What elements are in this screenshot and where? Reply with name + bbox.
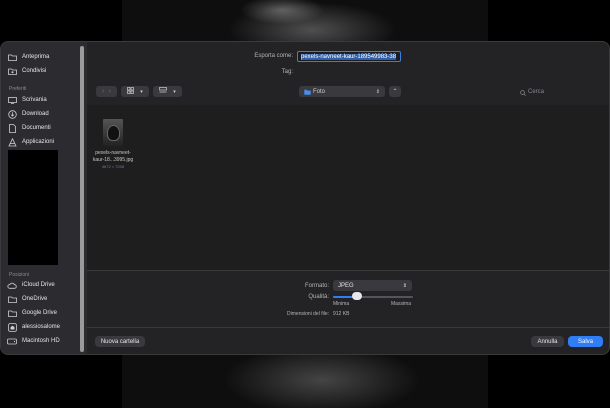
quality-slider-knob[interactable] xyxy=(352,292,362,300)
locations-heading: Posizioni xyxy=(9,272,30,278)
sidebar-item-label: Google Drive xyxy=(22,310,58,316)
new-folder-button[interactable]: Nuova cartella xyxy=(95,336,145,347)
cancel-button[interactable]: Annulla xyxy=(531,336,564,347)
location-label: Foto xyxy=(313,88,326,95)
save-dialog: Anteprima Condivisi Preferiti Scrivania … xyxy=(0,41,610,355)
filename-input[interactable]: pexels-navneet-kaur-189549983-38 xyxy=(297,51,401,62)
export-as-label: Esporta come: xyxy=(254,53,293,59)
sidebar-item-label: Macintosh HD xyxy=(22,338,60,344)
sidebar-item-label: Download xyxy=(22,111,49,117)
applications-icon xyxy=(7,137,17,147)
tag-label: Tag: xyxy=(281,69,293,75)
desktop-icon xyxy=(7,96,17,105)
sidebar-item-applicazioni[interactable]: Applicazioni xyxy=(7,136,81,148)
filesize-value: 912 KB xyxy=(333,311,350,317)
file-item[interactable]: pexels-navneet- kaur-18...3995.jpg 4672 … xyxy=(87,105,139,170)
disk-icon xyxy=(7,337,17,346)
footer-divider xyxy=(87,327,609,328)
favorites-heading: Preferiti xyxy=(9,86,27,92)
sidebar-item-label: iCloud Drive xyxy=(22,282,55,288)
folder-icon xyxy=(7,309,17,318)
sidebar-scrollbar[interactable] xyxy=(80,46,84,352)
sidebar-item-onedrive[interactable]: OneDrive xyxy=(7,293,81,305)
folder-icon xyxy=(7,295,17,304)
group-view-button[interactable]: ▾ xyxy=(153,86,182,97)
sidebar-item-label: Documenti xyxy=(22,125,51,131)
format-label: Formato: xyxy=(304,283,329,289)
sidebar-item-label: Applicazioni xyxy=(22,139,55,145)
main-panel: Esporta come: pexels-navneet-kaur-189549… xyxy=(87,42,609,354)
filename-text: pexels-navneet-kaur-189549983-38 xyxy=(301,54,397,60)
format-popup[interactable]: JPEG ⇕ xyxy=(333,280,412,291)
quality-max-label: Massima xyxy=(391,301,412,307)
file-thumbnail xyxy=(103,119,123,146)
chevron-left-icon[interactable]: ‹ xyxy=(102,88,104,95)
back-forward-buttons[interactable]: ‹ › xyxy=(96,86,117,97)
chevron-right-icon[interactable]: › xyxy=(109,88,111,95)
expand-collapse-button[interactable]: ⌃ xyxy=(389,86,401,97)
sidebar-item-label: Scrivania xyxy=(22,97,47,103)
sidebar: Anteprima Condivisi Preferiti Scrivania … xyxy=(1,42,87,354)
tag-input[interactable] xyxy=(297,67,401,78)
sidebar-item-label: Anteprima xyxy=(22,54,50,60)
sidebar-item-download[interactable]: Download xyxy=(7,108,81,120)
search-icon xyxy=(520,89,526,96)
file-name-line1: pexels-navneet- xyxy=(95,150,131,156)
shared-folder-icon xyxy=(7,67,17,76)
format-value: JPEG xyxy=(338,282,354,289)
sidebar-item-icloud-drive[interactable]: iCloud Drive xyxy=(7,279,81,291)
chevron-down-icon: ▾ xyxy=(173,88,176,95)
file-browser: pexels-navneet- kaur-18...3995.jpg 4672 … xyxy=(87,105,609,270)
search-placeholder: Cerca xyxy=(528,89,545,95)
redacted-area xyxy=(8,150,58,265)
folder-icon xyxy=(304,89,311,95)
chevron-down-icon: ▾ xyxy=(140,88,143,95)
updown-chevron-icon: ⇕ xyxy=(402,282,407,289)
location-popup[interactable]: Foto ⇕ xyxy=(299,86,385,97)
quality-min-label: Minima xyxy=(333,301,350,307)
sidebar-item-documenti[interactable]: Documenti xyxy=(7,122,81,134)
filesize-label: Dimensioni del file: xyxy=(287,311,329,317)
options-divider xyxy=(87,270,609,271)
download-icon xyxy=(7,109,17,119)
file-name-line2: kaur-18...3995.jpg xyxy=(92,157,134,163)
chevron-up-icon: ⌃ xyxy=(392,89,398,95)
file-dimensions: 4672 × 7008 xyxy=(101,164,125,169)
sidebar-item-google-drive[interactable]: Google Drive xyxy=(7,307,81,319)
sidebar-item-alessiosalome[interactable]: alessiosalome xyxy=(7,321,81,333)
search-field[interactable]: Cerca xyxy=(517,87,605,98)
sidebar-item-label: alessiosalome xyxy=(22,324,61,330)
sidebar-item-condivisi[interactable]: Condivisi xyxy=(7,65,81,77)
icon-view-button[interactable]: ▾ xyxy=(121,86,149,97)
grid-icon xyxy=(127,87,135,96)
cloud-icon xyxy=(7,281,17,290)
home-icon xyxy=(7,322,17,332)
document-icon xyxy=(7,123,17,133)
sidebar-item-label: OneDrive xyxy=(22,296,48,302)
sidebar-item-label: Condivisi xyxy=(22,68,47,74)
sidebar-item-scrivania[interactable]: Scrivania xyxy=(7,94,81,106)
save-button[interactable]: Salva xyxy=(568,336,603,347)
updown-chevron-icon: ⇕ xyxy=(375,88,380,95)
folder-icon xyxy=(7,53,17,62)
sidebar-item-anteprima[interactable]: Anteprima xyxy=(7,51,81,63)
sidebar-item-macintosh-hd[interactable]: Macintosh HD xyxy=(7,335,81,347)
quality-label: Qualità: xyxy=(308,294,329,300)
gallery-icon xyxy=(159,87,168,96)
